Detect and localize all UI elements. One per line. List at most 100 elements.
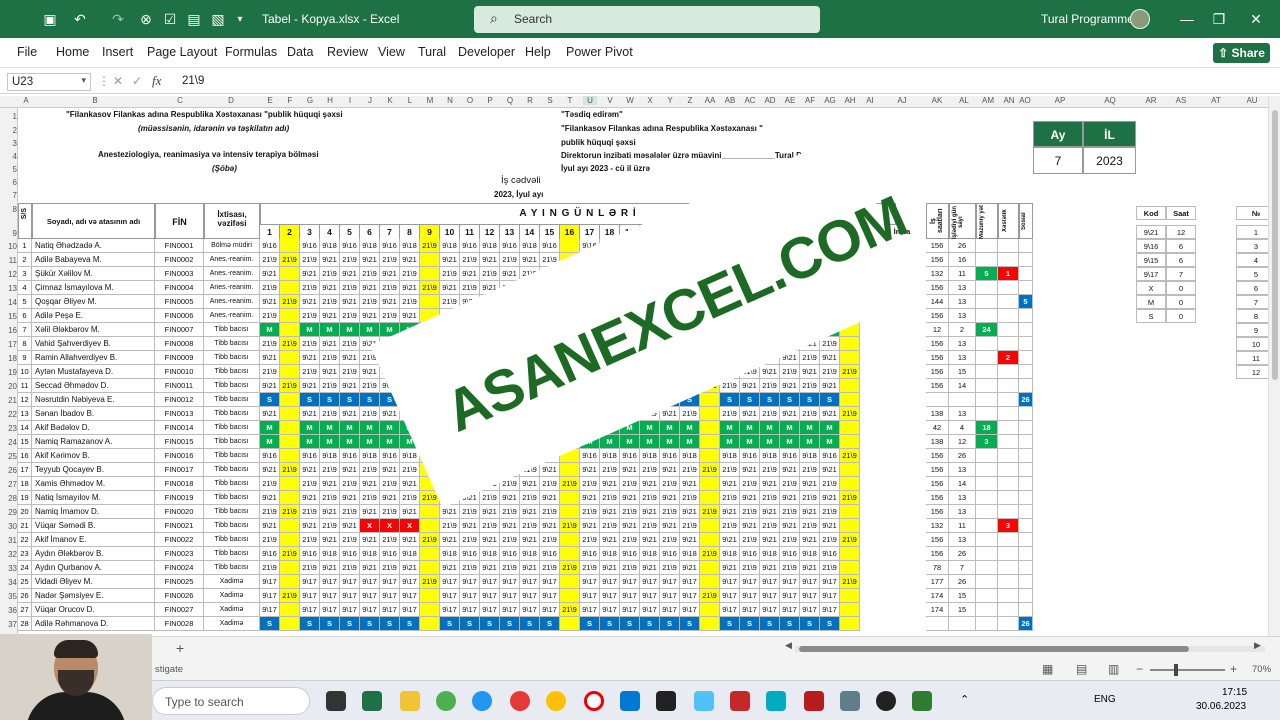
schedule-cell[interactable]: 21\9 [800, 463, 820, 477]
mezuniyyet-cell[interactable] [976, 337, 998, 351]
row-number-cell[interactable]: 5 [18, 295, 32, 309]
schedule-cell[interactable]: 9\17 [320, 603, 340, 617]
hours-cell[interactable]: 156 [926, 281, 949, 295]
column-header-g[interactable]: G [303, 96, 317, 105]
schedule-cell[interactable]: M [260, 435, 280, 449]
schedule-cell[interactable]: 9\21 [260, 295, 280, 309]
schedule-cell[interactable]: 9\21 [800, 365, 820, 379]
fin-cell[interactable]: FIN0003 [155, 267, 204, 281]
row-number-cell[interactable]: 24 [18, 561, 32, 575]
schedule-cell[interactable]: 9\16 [380, 239, 400, 253]
schedule-cell[interactable]: 9\16 [540, 239, 560, 253]
row-header[interactable]: 14 [0, 298, 17, 307]
mezuniyyet-cell[interactable] [976, 561, 998, 575]
schedule-cell[interactable]: 9\18 [720, 449, 740, 463]
sosial-cell[interactable] [1019, 421, 1033, 435]
schedule-cell[interactable]: M [300, 435, 320, 449]
position-cell[interactable]: Tibb bacısı [204, 463, 260, 477]
schedule-cell[interactable]: 9\21 [780, 519, 800, 533]
schedule-cell[interactable]: 9\18 [360, 449, 380, 463]
schedule-cell[interactable]: S [300, 393, 320, 407]
schedule-cell[interactable]: 9\16 [500, 239, 520, 253]
schedule-cell[interactable]: M [660, 421, 680, 435]
chrome-yellow-icon[interactable] [546, 691, 566, 711]
fin-cell[interactable]: FIN0024 [155, 561, 204, 575]
tray-chevron-icon[interactable]: ⌃ [960, 693, 969, 706]
schedule-cell[interactable]: 9\16 [660, 449, 680, 463]
schedule-cell[interactable]: S [640, 617, 660, 631]
schedule-cell[interactable]: 21\9 [600, 519, 620, 533]
schedule-cell[interactable]: 9\17 [360, 589, 380, 603]
code-saat-cell[interactable]: 12 [1166, 225, 1196, 239]
column-header-a[interactable]: A [19, 96, 33, 105]
workdays-cell[interactable]: 7 [949, 561, 976, 575]
workdays-cell[interactable]: 2 [949, 323, 976, 337]
schedule-cell[interactable]: 9\21 [580, 519, 600, 533]
position-cell[interactable]: Tibb bacısı [204, 519, 260, 533]
schedule-cell[interactable]: 9\21 [820, 519, 840, 533]
row-header[interactable]: 12 [0, 270, 17, 279]
schedule-cell[interactable]: 21\9 [260, 533, 280, 547]
enter-icon[interactable]: ✓ [132, 74, 142, 88]
workdays-cell[interactable]: 13 [949, 351, 976, 365]
minimize-icon[interactable]: — [1176, 8, 1198, 30]
xestelik-cell[interactable] [998, 463, 1019, 477]
schedule-cell[interactable]: 21\9 [620, 505, 640, 519]
sosial-cell[interactable] [1019, 379, 1033, 393]
position-cell[interactable]: Tibb bacısı [204, 449, 260, 463]
vscode-icon[interactable] [620, 691, 640, 711]
schedule-cell[interactable] [420, 505, 440, 519]
schedule-cell[interactable]: 9\21 [400, 561, 420, 575]
zoom-in-icon[interactable]: + [1230, 662, 1237, 676]
schedule-cell[interactable]: 9\17 [480, 603, 500, 617]
schedule-cell[interactable]: 21\9 [740, 505, 760, 519]
schedule-cell[interactable]: 9\21 [640, 505, 660, 519]
schedule-cell[interactable] [700, 519, 720, 533]
schedule-cell[interactable]: 9\21 [660, 491, 680, 505]
employee-name-cell[interactable]: Teyyub Qocayev B. [32, 463, 155, 477]
schedule-cell[interactable]: 9\21 [440, 281, 460, 295]
workdays-cell[interactable]: 15 [949, 589, 976, 603]
schedule-cell[interactable]: 21\9 [740, 477, 760, 491]
opera-icon[interactable] [584, 691, 604, 711]
schedule-cell[interactable]: 9\17 [300, 603, 320, 617]
fin-cell[interactable]: FIN0015 [155, 435, 204, 449]
schedule-cell[interactable]: 9\16 [780, 449, 800, 463]
schedule-cell[interactable]: 21\9 [340, 365, 360, 379]
schedule-cell[interactable]: 21\9 [780, 505, 800, 519]
schedule-cell[interactable]: 9\18 [640, 449, 660, 463]
schedule-cell[interactable]: 9\18 [400, 239, 420, 253]
schedule-cell[interactable] [700, 449, 720, 463]
fin-cell[interactable]: FIN0007 [155, 323, 204, 337]
fin-cell[interactable]: FIN0012 [155, 393, 204, 407]
position-cell[interactable]: Bölmə müdiri [204, 239, 260, 253]
schedule-cell[interactable]: 9\17 [260, 575, 280, 589]
column-header-as[interactable]: AS [1174, 96, 1188, 105]
schedule-cell[interactable]: 21\9 [580, 505, 600, 519]
task-view-icon[interactable] [326, 691, 346, 711]
schedule-cell[interactable]: 9\21 [360, 253, 380, 267]
schedule-cell[interactable]: 21\9 [420, 281, 440, 295]
column-header-ap[interactable]: AP [1053, 96, 1067, 105]
schedule-cell[interactable]: 9\17 [400, 589, 420, 603]
column-header-w[interactable]: W [623, 96, 637, 105]
sosial-cell[interactable] [1019, 589, 1033, 603]
schedule-cell[interactable]: 21\9 [500, 561, 520, 575]
schedule-cell[interactable]: 21\9 [580, 561, 600, 575]
row-number-cell[interactable]: 19 [18, 491, 32, 505]
schedule-cell[interactable]: S [320, 393, 340, 407]
schedule-cell[interactable]: 21\9 [460, 505, 480, 519]
code-kod-cell[interactable]: 9\15 [1136, 253, 1166, 267]
schedule-cell[interactable]: M [340, 421, 360, 435]
schedule-cell[interactable]: 21\9 [760, 407, 780, 421]
schedule-cell[interactable]: 9\17 [620, 575, 640, 589]
schedule-cell[interactable]: 21\9 [500, 533, 520, 547]
schedule-cell[interactable]: 9\17 [540, 589, 560, 603]
schedule-cell[interactable] [840, 421, 860, 435]
column-header-ab[interactable]: AB [723, 96, 737, 105]
employee-name-cell[interactable]: Sənan İbadov B. [32, 407, 155, 421]
schedule-cell[interactable]: M [620, 435, 640, 449]
hours-cell[interactable]: 174 [926, 589, 949, 603]
schedule-cell[interactable]: 21\9 [800, 351, 820, 365]
schedule-cell[interactable]: 9\17 [620, 589, 640, 603]
